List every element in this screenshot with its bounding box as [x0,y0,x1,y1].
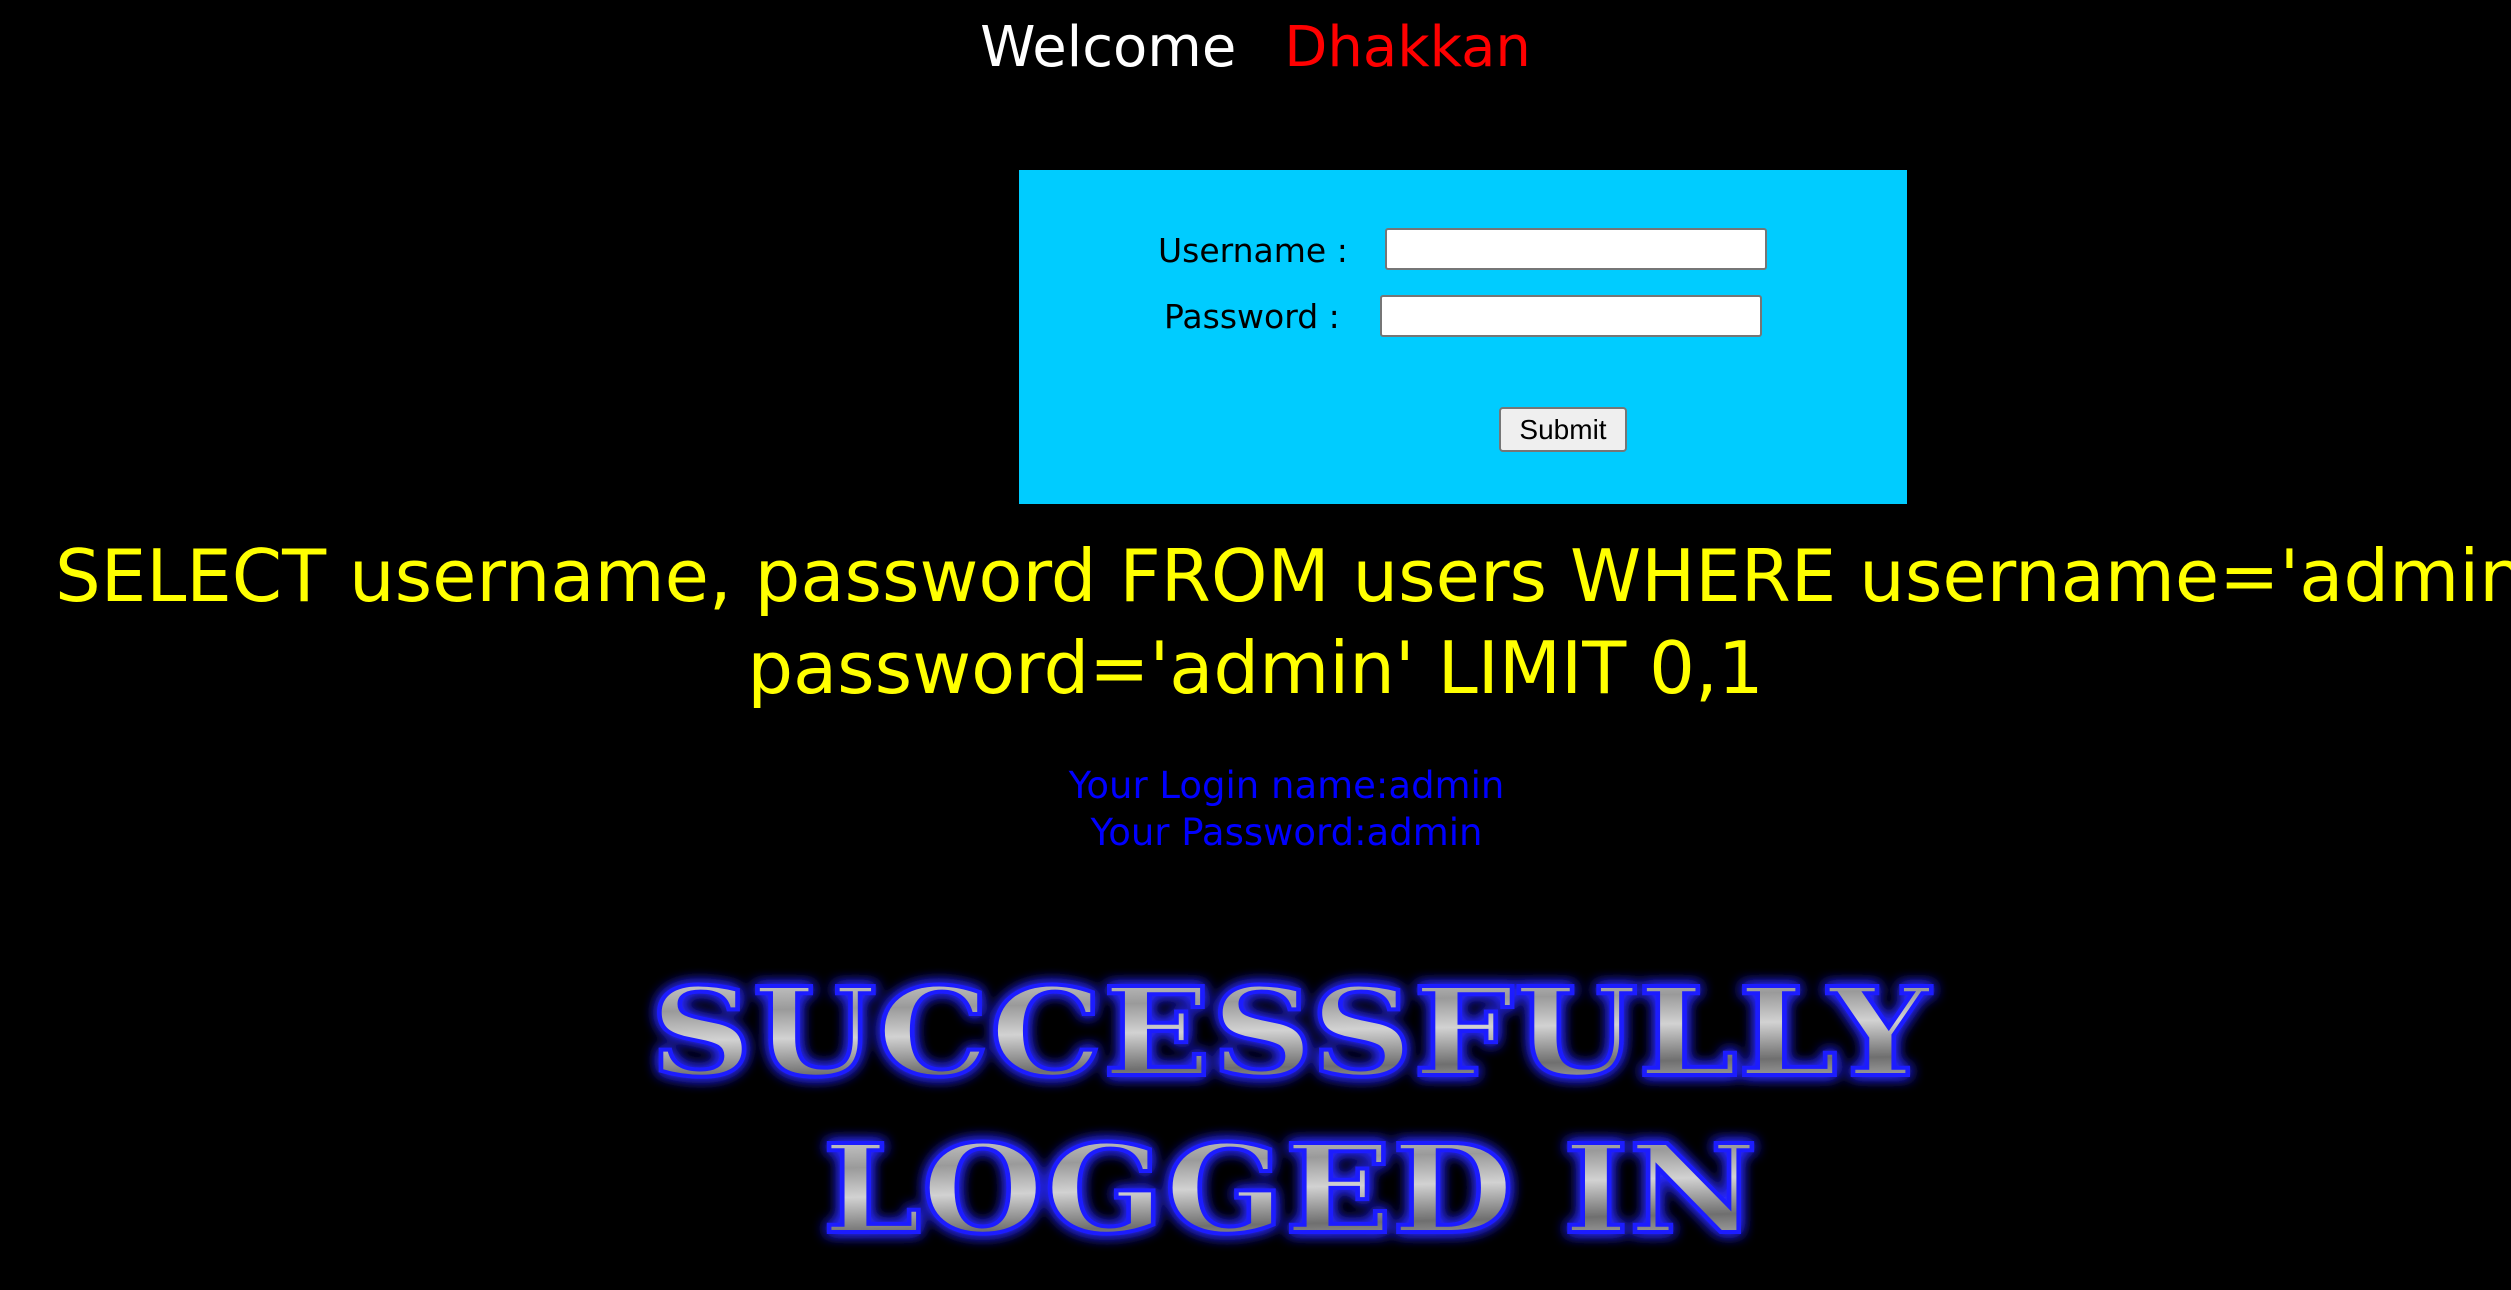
sql-query-line-2: password='admin' LIMIT 0,1 [747,626,1764,710]
success-banner-line-1: SUCCESSFULLY [650,960,1932,1104]
password-label: Password : [1164,297,1340,336]
sql-query-line-1: SELECT username, password FROM users WHE… [55,534,2511,618]
password-text: Your Password:admin [1090,811,1483,854]
login-name-text: Your Login name:admin [1068,764,1505,807]
success-banner-line-2: LOGGED IN [823,1117,1758,1261]
welcome-heading: Welcome Dhakkan [0,10,2511,86]
welcome-label: Welcome [980,15,1237,80]
username-input[interactable] [1385,228,1767,270]
success-banner: SUCCESSFULLY LOGGED IN [648,958,1934,1263]
login-form: Username : Password : Submit [1019,170,1907,504]
username-label: Username : [1158,231,1348,270]
submit-button[interactable]: Submit [1499,407,1627,452]
password-input[interactable] [1380,295,1762,337]
welcome-user-name: Dhakkan [1284,15,1531,80]
